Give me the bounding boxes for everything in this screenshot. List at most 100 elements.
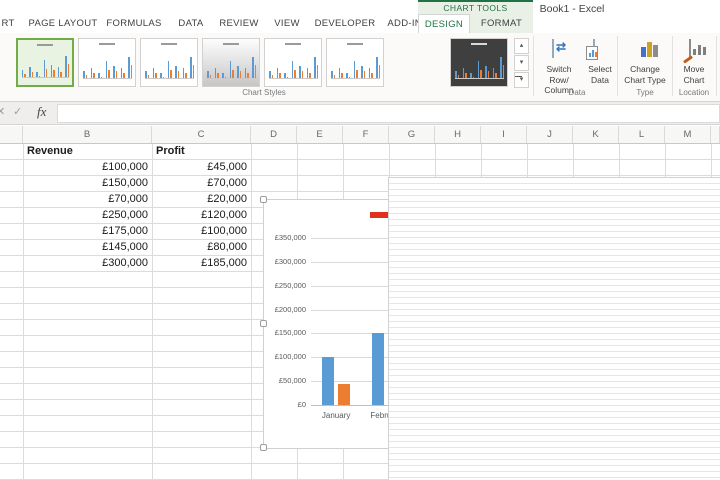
thumb-revenue-bar <box>292 61 294 78</box>
column-header[interactable]: F <box>343 126 389 143</box>
column-header[interactable]: I <box>481 126 527 143</box>
tab-formulas[interactable]: FORMULAS <box>102 15 166 33</box>
grid-cell[interactable]: £100,000 <box>23 160 152 176</box>
thumb-revenue-bar <box>29 67 30 77</box>
thumb-profit-bar <box>193 65 195 78</box>
gallery-scroll-down-icon[interactable]: ▾ <box>514 55 529 71</box>
grid-cell[interactable]: £300,000 <box>23 256 152 272</box>
thumb-profit-bar <box>294 70 296 78</box>
chart-selection-handle[interactable] <box>260 196 267 203</box>
thumbnail-title-dash <box>223 43 239 45</box>
grid-cell[interactable]: £45,000 <box>152 160 251 176</box>
group-separator <box>716 36 717 96</box>
thumb-revenue-bar <box>22 70 23 77</box>
tab-review[interactable]: REVIEW <box>213 15 265 33</box>
grid-cell[interactable]: £145,000 <box>23 240 152 256</box>
column-header[interactable]: G <box>389 126 435 143</box>
grid-cell[interactable]: £175,000 <box>23 224 152 240</box>
chart-style-thumbnail[interactable] <box>450 38 508 87</box>
column-header[interactable] <box>0 126 23 143</box>
insert-function-icon[interactable]: fx <box>37 104 46 120</box>
grid-cell[interactable]: £80,000 <box>152 240 251 256</box>
gallery-more-icon[interactable]: ▾ <box>514 72 529 88</box>
y-axis-tick-label: £250,000 <box>264 281 306 291</box>
chart-selection-handle[interactable] <box>260 444 267 451</box>
cancel-icon[interactable]: ✕ <box>0 105 5 118</box>
grid-cell[interactable]: Profit <box>152 144 251 160</box>
thumb-revenue-bar <box>284 73 286 78</box>
column-header[interactable]: B <box>23 126 152 143</box>
thumb-profit-bar <box>302 71 304 78</box>
tab-format[interactable]: FORMAT <box>470 15 533 33</box>
tab-view[interactable]: VIEW <box>265 15 309 33</box>
column-header[interactable]: M <box>665 126 711 143</box>
select-data-button[interactable]: SelectData <box>583 36 617 96</box>
thumb-profit-bar <box>309 73 311 78</box>
gallery-scroll-up-icon[interactable]: ▴ <box>514 38 529 54</box>
thumb-revenue-bar <box>106 61 108 78</box>
grid-cell[interactable]: £120,000 <box>152 208 251 224</box>
chart-selection-handle[interactable] <box>260 320 267 327</box>
chart-style-thumbnail[interactable] <box>16 38 74 87</box>
formula-input[interactable] <box>57 104 720 123</box>
tab-data[interactable]: DATA <box>170 15 212 33</box>
grid-cell[interactable]: Revenue <box>23 144 152 160</box>
chart-style-thumbnail[interactable] <box>202 38 260 87</box>
column-header[interactable]: D <box>251 126 297 143</box>
formula-bar: ✕ ✓ fx <box>0 102 720 125</box>
switch-row-column-button[interactable]: ⇄ Switch Row/Column <box>536 36 582 96</box>
excel-window: CHART TOOLS Book1 - Excel RTPAGE LAYOUTF… <box>0 0 720 480</box>
y-axis-tick-label: £150,000 <box>264 328 306 338</box>
grid-cell[interactable]: £70,000 <box>23 192 152 208</box>
chart-style-thumbnail[interactable] <box>78 38 136 87</box>
column-header[interactable]: C <box>152 126 251 143</box>
thumb-revenue-bar <box>222 73 224 78</box>
thumb-revenue-bar <box>314 57 316 78</box>
thumb-profit-bar <box>379 65 381 78</box>
thumb-revenue-bar <box>339 68 341 78</box>
thumb-revenue-bar <box>36 72 37 77</box>
confirm-icon[interactable]: ✓ <box>13 105 22 118</box>
chart-style-thumbnail[interactable] <box>388 177 720 480</box>
thumb-profit-bar <box>185 73 187 78</box>
thumb-profit-bar <box>473 77 475 78</box>
column-header[interactable]: H <box>435 126 481 143</box>
thumb-profit-bar <box>163 77 165 78</box>
chart-style-thumbnail[interactable] <box>264 38 322 87</box>
column-header[interactable] <box>711 126 720 143</box>
column-header[interactable]: K <box>573 126 619 143</box>
column-header[interactable]: E <box>297 126 343 143</box>
thumb-profit-bar <box>46 69 47 77</box>
chart-style-thumbnail[interactable] <box>326 38 384 87</box>
grid-cell[interactable]: £185,000 <box>152 256 251 272</box>
column-header[interactable]: J <box>527 126 573 143</box>
thumb-revenue-bar <box>252 57 254 78</box>
chart-style-thumbnail[interactable] <box>140 38 198 87</box>
thumb-revenue-bar <box>183 68 185 78</box>
tab-developer[interactable]: DEVELOPER <box>311 15 379 33</box>
tab-page-layout[interactable]: PAGE LAYOUT <box>28 15 98 33</box>
thumb-revenue-bar <box>168 61 170 78</box>
thumb-revenue-bar <box>455 71 457 78</box>
tab-design[interactable]: DESIGN <box>418 14 470 33</box>
tab-rt[interactable]: RT <box>0 15 21 33</box>
grid-cell[interactable]: £70,000 <box>152 176 251 192</box>
revenue-bar[interactable] <box>372 333 384 405</box>
x-axis-category-label: January <box>311 411 361 420</box>
thumb-revenue-bar <box>463 68 465 78</box>
grid-cell[interactable]: £150,000 <box>23 176 152 192</box>
profit-bar[interactable] <box>338 384 350 405</box>
thumb-revenue-bar <box>331 71 333 78</box>
thumb-profit-bar <box>32 72 33 77</box>
thumb-profit-bar <box>255 65 257 78</box>
thumb-profit-bar <box>210 75 212 78</box>
grid-cell[interactable]: £250,000 <box>23 208 152 224</box>
thumb-revenue-bar <box>65 56 66 77</box>
grid-cell[interactable]: £20,000 <box>152 192 251 208</box>
change-chart-type-button[interactable]: ChangeChart Type <box>619 36 671 96</box>
revenue-bar[interactable] <box>322 357 334 405</box>
move-chart-button[interactable]: MoveChart <box>673 36 715 96</box>
column-header[interactable]: L <box>619 126 665 143</box>
thumb-revenue-bar <box>121 68 123 78</box>
grid-cell[interactable]: £100,000 <box>152 224 251 240</box>
